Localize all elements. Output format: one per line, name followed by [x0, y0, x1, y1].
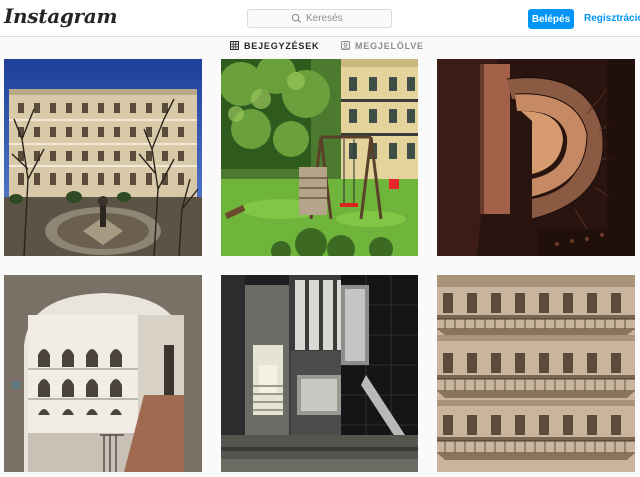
instagram-logo[interactable]: Instagram	[4, 4, 118, 28]
signup-link[interactable]: Regisztráció	[584, 13, 640, 24]
post-thumbnail[interactable]	[4, 275, 202, 472]
tab-posts-label: BEJEGYZÉSEK	[244, 40, 320, 51]
top-navigation-bar: Instagram Belépés Regisztráció	[0, 0, 640, 37]
garden-swing-image	[221, 59, 418, 256]
post-thumbnail[interactable]	[221, 59, 418, 256]
tab-tagged-label: MEGJELÖLVE	[355, 40, 424, 51]
post-thumbnail[interactable]	[437, 59, 635, 256]
courtyard-fountain-image	[4, 59, 202, 256]
tab-posts[interactable]: BEJEGYZÉSEK	[230, 37, 319, 54]
post-thumbnail[interactable]	[4, 59, 202, 256]
search-input[interactable]	[306, 13, 348, 24]
search-icon	[291, 13, 302, 24]
search-box[interactable]	[247, 9, 392, 28]
profile-tabs: BEJEGYZÉSEK MEGJELÖLVE	[0, 37, 640, 54]
post-thumbnail[interactable]	[437, 275, 635, 472]
tab-tagged[interactable]: MEGJELÖLVE	[341, 37, 424, 54]
balcony-facade-image	[437, 275, 635, 472]
arched-gallery-image	[4, 275, 202, 472]
post-thumbnail[interactable]	[221, 275, 418, 472]
tagged-icon	[341, 41, 350, 50]
grid-icon	[230, 41, 239, 50]
login-button[interactable]: Belépés	[528, 9, 574, 29]
stairwell-elevator-image	[221, 275, 418, 472]
spiral-staircase-image	[437, 59, 635, 256]
